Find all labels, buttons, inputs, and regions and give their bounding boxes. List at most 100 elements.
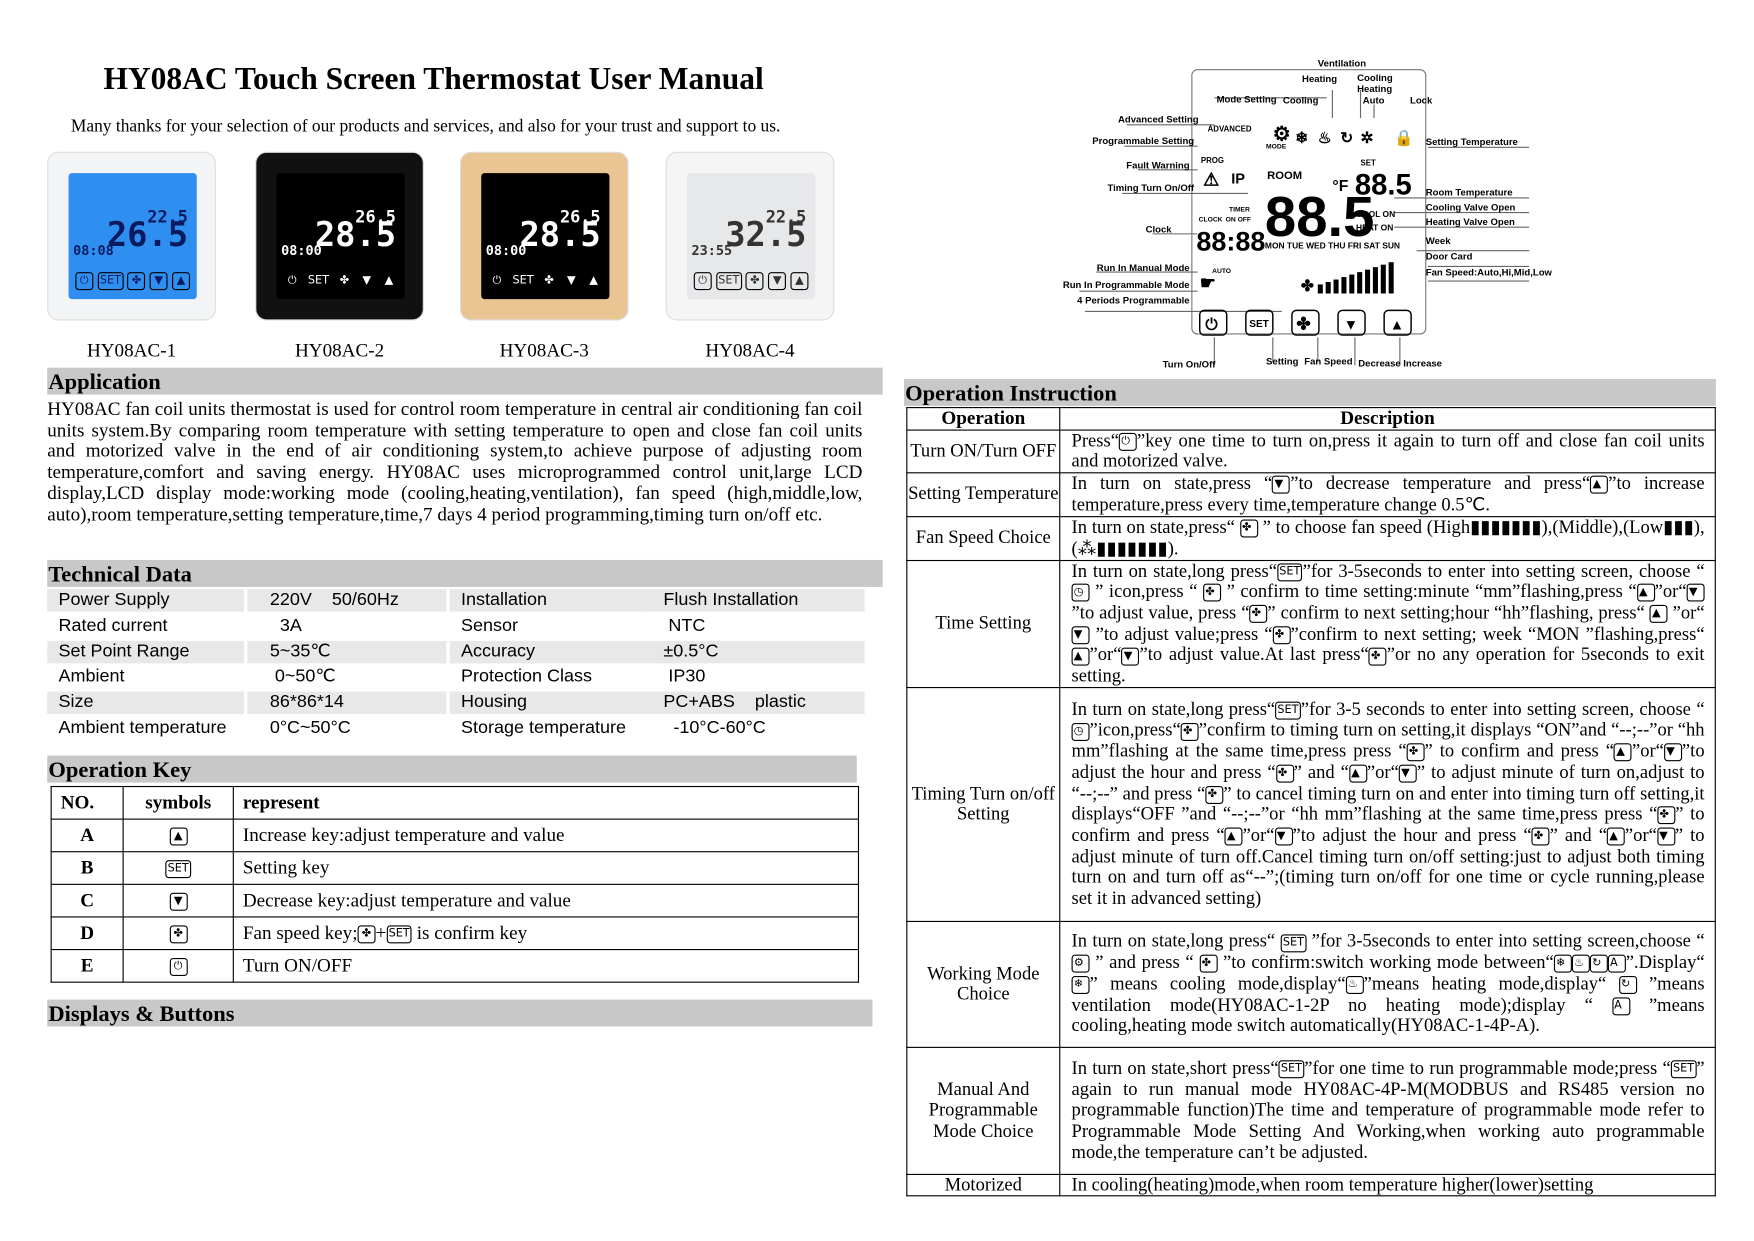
instruction-description: In turn on state,short press“ SET ”for one… bbox=[1059, 1046, 1716, 1175]
product-button-icon: SET bbox=[510, 272, 536, 291]
fan-icon: ✤ bbox=[1180, 722, 1199, 741]
product-button-icon: ✤ bbox=[127, 272, 146, 291]
tech-cell: 86*86*14 bbox=[247, 691, 447, 715]
product-button-icon: ▲ bbox=[790, 272, 809, 291]
set-button-icon[interactable]: SET bbox=[1249, 319, 1269, 330]
tech-row: Ambient temperature 0°C~50°C Storage tempe… bbox=[47, 717, 864, 743]
tech-cell: Ambient temperature bbox=[58, 718, 227, 738]
label-mode-setting: Mode Setting bbox=[1217, 94, 1277, 105]
set-icon: SET bbox=[386, 925, 412, 944]
lock-icon: 🔒 bbox=[1394, 129, 1414, 147]
product-button-icon: ⏻ bbox=[693, 272, 712, 291]
fan-icon: ✤ bbox=[1368, 647, 1387, 666]
product-button-icon: ✤ bbox=[335, 272, 354, 291]
instruction-operation: Working Mode Choice bbox=[906, 920, 1061, 1048]
intro-text: Many thanks for your selection of our pr… bbox=[70, 116, 781, 137]
product-button-icon: SET bbox=[716, 272, 742, 291]
section-technical-data: Technical Data bbox=[47, 559, 883, 587]
lcd-clock: CLOCK bbox=[1199, 217, 1223, 224]
instruction-operation: Setting Temperature bbox=[906, 472, 1061, 517]
up-icon: ▲ bbox=[1636, 584, 1655, 603]
key-text: Fan speed key; bbox=[242, 922, 358, 944]
fan-icon: ✤ bbox=[1239, 519, 1258, 538]
key-row: C ▼ Decrease key:adjust temperature and va… bbox=[50, 883, 860, 918]
fan-speed-bar bbox=[1388, 262, 1394, 294]
down-arrow-icon: ▼ bbox=[169, 892, 188, 911]
key-represent: Fan speed key; ✤ + SET is confirm key bbox=[232, 916, 860, 951]
label-timing: Timing Turn On/Off bbox=[1107, 183, 1194, 194]
power-button-icon[interactable]: ⏻ bbox=[1205, 316, 1218, 333]
clock-icon: ◷ bbox=[1071, 722, 1090, 741]
lcd-prog: PROG bbox=[1201, 156, 1224, 165]
label-decrease: Decrease bbox=[1358, 359, 1400, 370]
product-button-icon: ▲ bbox=[171, 272, 190, 291]
down-icon: ▼ bbox=[1656, 827, 1675, 846]
label-room-temperature: Room Temperature bbox=[1426, 188, 1513, 199]
up-icon: ▲ bbox=[1224, 827, 1243, 846]
instruction-operation: Timing Turn on/off Setting bbox=[906, 686, 1061, 922]
product-button-icon: ✤ bbox=[540, 272, 559, 291]
mode-icon: ⚙ bbox=[1071, 955, 1090, 974]
fault-warning-icon: ⚠ bbox=[1203, 170, 1219, 190]
instruction-description: In turn on state,long press“ SET ”for 3-… bbox=[1059, 920, 1716, 1048]
down-button-icon[interactable]: ▼ bbox=[1344, 317, 1358, 333]
set-icon: SET bbox=[1670, 1060, 1697, 1079]
up-icon: ▲ bbox=[1614, 743, 1632, 762]
label-ventilation: Ventilation bbox=[1318, 58, 1366, 69]
product-buttons: ⏻ SET ✤ ▼ ▲ bbox=[693, 272, 809, 291]
instruction-description: In cooling(heating)mode,when room temper… bbox=[1059, 1173, 1716, 1197]
product-label: HY08AC-2 bbox=[294, 339, 385, 361]
key-symbol: ⏻ bbox=[122, 948, 234, 983]
product-button-icon: ⏻ bbox=[75, 272, 94, 291]
up-icon: ▲ bbox=[1590, 475, 1609, 494]
instruction-row: Manual And Programmable Mode Choice In tu… bbox=[906, 1046, 1716, 1175]
up-icon: ▲ bbox=[1649, 605, 1668, 624]
product-set-temp: 26.5 bbox=[559, 206, 601, 228]
fan-button-icon[interactable]: ✤ bbox=[1296, 314, 1310, 333]
lcd-ip: IP bbox=[1231, 171, 1245, 187]
heat-icon: ♨ bbox=[1571, 955, 1590, 974]
product-image: 28.5 26.5 08:00 ⏻ SET ✤ ▼ ▲ bbox=[459, 151, 629, 321]
lcd-advanced: ADVANCED bbox=[1208, 125, 1252, 134]
fan-speed-bar bbox=[1333, 279, 1339, 294]
heat-icon: ♨ bbox=[1318, 130, 1332, 147]
tech-row: Power Supply 220V 50/60Hz Installation Flus… bbox=[47, 589, 865, 615]
key-represent: Decrease key:adjust temperature and valu… bbox=[232, 883, 860, 918]
tech-cell: 0~50℃ bbox=[269, 667, 336, 687]
auto-icon: ✲ bbox=[1361, 130, 1374, 147]
tech-cell: Size bbox=[47, 691, 244, 715]
fan-icon: ✤ bbox=[1275, 764, 1294, 783]
label-week: Week bbox=[1426, 236, 1451, 247]
label-setting: Setting bbox=[1266, 356, 1299, 367]
key-text: Decrease key:adjust temperature and valu… bbox=[242, 889, 571, 911]
product-buttons: ⏻ SET ✤ ▼ ▲ bbox=[75, 272, 190, 291]
vent-icon: ↻ bbox=[1589, 955, 1608, 974]
set-icon: SET bbox=[1276, 563, 1303, 582]
product-button-icon: SET bbox=[97, 272, 124, 291]
page-title: HY08AC Touch Screen Thermostat User Manu… bbox=[103, 61, 764, 97]
key-symbol: ▼ bbox=[122, 883, 234, 918]
product-button-icon: ⏻ bbox=[487, 272, 506, 291]
fan-speed-bar bbox=[1349, 274, 1355, 294]
section-application: Application bbox=[47, 367, 883, 395]
set-icon: SET bbox=[1280, 934, 1307, 953]
tech-cell: Housing bbox=[449, 691, 641, 715]
label-turn-on-off: Turn On/Off bbox=[1163, 360, 1217, 371]
product-set-temp: 26.5 bbox=[355, 206, 396, 228]
down-icon: ▼ bbox=[1274, 827, 1293, 846]
up-button-icon[interactable]: ▲ bbox=[1390, 317, 1404, 333]
key-no: E bbox=[50, 948, 124, 983]
instruction-row: Timing Turn on/off Setting In turn on sta… bbox=[906, 686, 1716, 922]
tech-cell: Storage temperature bbox=[461, 718, 627, 738]
label-fan-speed-button: Fan Speed bbox=[1304, 356, 1352, 367]
up-icon: ▲ bbox=[1071, 647, 1090, 666]
product-button-icon: ▼ bbox=[149, 272, 168, 291]
product-image: 28.5 26.5 08:00 ⏻ SET ✤ ▼ ▲ bbox=[255, 151, 424, 321]
tech-row: Set Point Range 5~35℃ Accuracy ±0.5°C bbox=[47, 640, 865, 666]
fan-speed-bar bbox=[1341, 277, 1347, 294]
product-time: 08:00 bbox=[485, 242, 527, 259]
fan-speed-bar bbox=[1317, 284, 1323, 294]
product-time: 08:00 bbox=[281, 242, 322, 259]
col-symbols: symbols bbox=[122, 785, 234, 820]
hand-icon: ☛ bbox=[1200, 273, 1216, 293]
